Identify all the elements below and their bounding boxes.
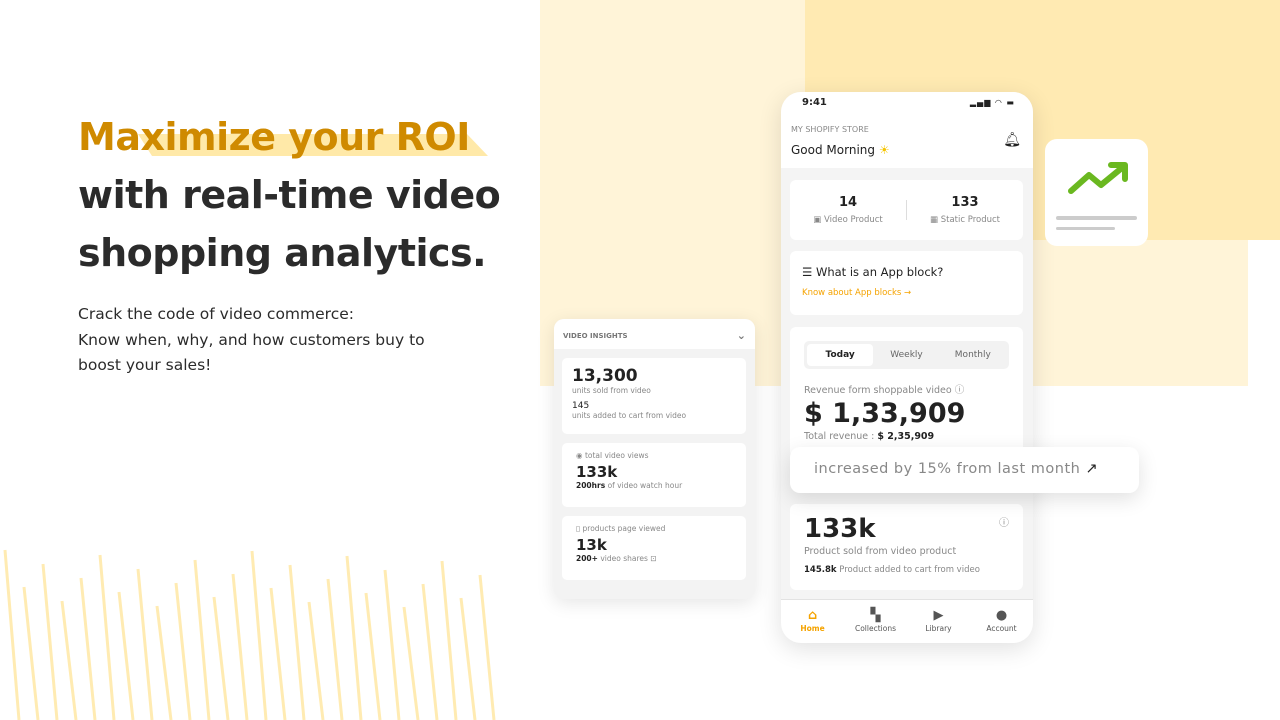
stripe — [440, 560, 458, 720]
home-icon: ⌂ — [807, 608, 818, 623]
tab-monthly[interactable]: Monthly — [940, 344, 1006, 366]
stripe — [136, 568, 154, 720]
stripe — [364, 592, 382, 720]
revenue-card: Today Weekly Monthly Revenue form shoppa… — [790, 327, 1023, 457]
stripe — [155, 605, 173, 720]
stripe — [478, 574, 496, 720]
stripe — [60, 600, 78, 720]
grid-icon: ▚ — [870, 608, 881, 623]
units-card: 13,300 units sold from video 145 units a… — [562, 358, 746, 434]
stripe — [3, 549, 21, 720]
stripe — [212, 596, 230, 720]
bell-icon[interactable]: 🔔︎ — [1003, 132, 1021, 148]
library-icon: ▶ — [933, 608, 944, 623]
info-icon[interactable]: ⓘ — [999, 514, 1009, 529]
trend-up-icon: ↗ — [1085, 461, 1099, 477]
stripe — [79, 577, 97, 720]
stats-card: 14 ▣ Video Product 133 ▦ Static Product — [790, 180, 1023, 240]
stripe — [193, 559, 211, 720]
stripe — [41, 563, 59, 720]
user-icon: ● — [995, 608, 1008, 623]
decorative-stripes — [3, 549, 496, 720]
stripe — [250, 550, 268, 720]
stripe — [22, 586, 40, 720]
hero-title-line: with real-time video — [78, 173, 501, 217]
nav-collections[interactable]: ▚ Collections — [844, 600, 907, 643]
app-block-card: ☰ What is an App block? Know about App b… — [790, 251, 1023, 315]
views-card: ◉ total video views 133k 200hrs of video… — [562, 443, 746, 507]
stripe — [288, 564, 306, 720]
stat-video: 14 ▣ Video Product — [813, 195, 883, 225]
status-time: 9:41 — [802, 97, 827, 108]
stripe — [326, 578, 344, 720]
hero-subtitle: Crack the code of video commerce: Know w… — [78, 305, 425, 374]
stripe — [345, 555, 363, 720]
stripe — [98, 554, 116, 720]
image-icon: ▦ — [929, 215, 939, 225]
stack-icon: ☰ — [802, 265, 813, 279]
stripe — [231, 573, 249, 720]
trend-up-icon — [1056, 162, 1137, 230]
app-block-link[interactable]: Know about App blocks → — [802, 288, 1011, 298]
revenue-value: $ 1,33,909 — [804, 398, 966, 429]
store-name: MY SHOPIFY STORE — [791, 125, 869, 134]
chevron-down-icon[interactable]: ⌄ — [737, 329, 746, 342]
growth-toast: increased by 15% from last month ↗ — [790, 447, 1139, 493]
stripe — [459, 597, 477, 720]
nav-library[interactable]: ▶ Library — [907, 600, 970, 643]
video-icon: ▣ — [813, 215, 822, 225]
video-insights-card: VIDEO INSIGHTS ⌄ 13,300 units sold from v… — [554, 319, 755, 599]
nav-account[interactable]: ● Account — [970, 600, 1033, 643]
tab-today[interactable]: Today — [807, 344, 874, 366]
bottom-nav: ⌂ Home ▚ Collections ▶ Library ● Account — [781, 599, 1033, 643]
products-card: ⓘ 133k Product sold from video product 1… — [790, 504, 1023, 590]
pages-card: ▯ products page viewed 13k 200+ video sh… — [562, 516, 746, 580]
stripe — [117, 591, 135, 720]
bag-icon: ▯ — [576, 524, 581, 533]
nav-home[interactable]: ⌂ Home — [781, 600, 844, 643]
hero-title-accent: Maximize your ROI — [78, 108, 500, 166]
eye-icon: ◉ — [576, 451, 583, 460]
status-icons: ▂▄▆ ◠ ▬ — [969, 98, 1015, 107]
phone-mockup: 9:41 ▂▄▆ ◠ ▬ MY SHOPIFY STORE Good Morni… — [781, 92, 1033, 643]
stripe — [383, 569, 401, 720]
hero: Maximize your ROI with real-time video s… — [78, 108, 501, 282]
stripe — [269, 587, 287, 720]
share-icon: ⊡ — [650, 554, 657, 563]
stat-static: 133 ▦ Static Product — [929, 195, 1000, 225]
sun-icon: ☀ — [878, 143, 890, 157]
period-tabs: Today Weekly Monthly — [804, 341, 1009, 369]
trend-card — [1045, 139, 1148, 246]
stripe — [174, 582, 192, 720]
stripe — [307, 601, 325, 720]
tab-weekly[interactable]: Weekly — [873, 344, 939, 366]
stripe — [402, 606, 420, 720]
stripe — [421, 583, 439, 720]
info-icon[interactable]: ⓘ — [955, 385, 965, 396]
greeting: Good Morning ☀ — [791, 143, 890, 157]
hero-title-line: shopping analytics. — [78, 231, 487, 275]
